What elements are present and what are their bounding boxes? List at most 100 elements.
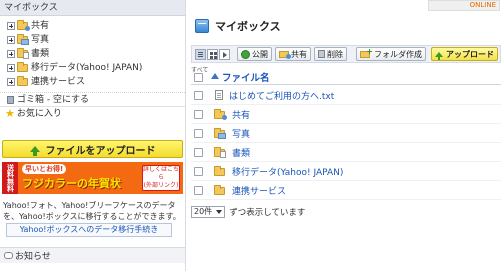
photo-folder-icon	[17, 34, 29, 45]
ad-banner[interactable]: 送料無料 早いとお得! フジカラーの年賀状 詳しくはこちら (外部リンク)	[2, 162, 183, 194]
grid-view-icon[interactable]	[207, 48, 218, 60]
filename-column-header[interactable]: ファイル名	[222, 70, 270, 84]
sidebar-header: マイボックス	[0, 0, 185, 16]
toolbar: 公開 共有 削除 フォルダ作成 アップロード	[191, 45, 501, 63]
file-name-link[interactable]: 書類	[232, 146, 250, 159]
share-folder-icon	[279, 50, 291, 59]
folder-tree: 共有 写真 書類 移行データ(Yahoo! JAPAN) 連携サービス	[0, 16, 185, 91]
banner-cta-line1: 詳しくはこちら	[143, 166, 180, 181]
per-page-select[interactable]: 20件	[191, 206, 226, 218]
file-row[interactable]: はじめてご利用の方へ.txt	[191, 86, 501, 105]
document-folder-icon	[17, 48, 29, 59]
select-all-checkbox[interactable]	[194, 73, 203, 82]
expand-icon[interactable]	[7, 50, 15, 58]
notice-label: お知らせ	[15, 252, 51, 262]
row-checkbox[interactable]	[194, 166, 203, 176]
shared-folder-icon	[17, 20, 30, 31]
folder-icon	[214, 166, 225, 176]
file-name-link[interactable]: 連携サービス	[232, 184, 286, 197]
sidebar: マイボックス 共有 写真 書類 移行データ(Yahoo! JAPAN) 連携サー…	[0, 0, 186, 271]
tree-item-migrated-data[interactable]: 移行データ(Yahoo! JAPAN)	[0, 61, 185, 75]
box-icon	[195, 19, 209, 33]
sort-asc-icon[interactable]	[211, 73, 219, 79]
expand-icon[interactable]	[7, 64, 15, 72]
page-title: マイボックス	[215, 20, 281, 33]
star-icon: ★	[5, 106, 15, 120]
banner-cta[interactable]: 詳しくはこちら (外部リンク)	[142, 165, 180, 191]
expand-icon[interactable]	[7, 36, 15, 44]
folder-icon	[17, 62, 28, 72]
delete-button[interactable]: 削除	[314, 47, 347, 61]
banner-tag: 送料無料	[2, 162, 18, 194]
migrate-link-button[interactable]: Yahoo!ボックスへのデータ移行手続き	[6, 223, 172, 237]
file-list: はじめてご利用の方へ.txt 共有 写真 書類 移行データ(Yahoo! JAP…	[191, 86, 501, 200]
shared-folder-icon	[214, 109, 227, 120]
share-label: 共有	[291, 49, 307, 59]
row-checkbox[interactable]	[194, 128, 203, 138]
public-label: 公開	[252, 49, 268, 59]
share-button[interactable]: 共有	[275, 47, 311, 61]
pager: 20件 ずつ表示しています	[191, 205, 305, 219]
upload-arrow-icon	[435, 51, 443, 60]
tree-item-documents[interactable]: 書類	[0, 47, 185, 61]
trash-icon	[318, 50, 325, 58]
tree-item-label: 写真	[31, 35, 50, 45]
tree-item-shared[interactable]: 共有	[0, 19, 185, 33]
banner-cta-line2: (外部リンク)	[143, 182, 179, 189]
row-checkbox[interactable]	[194, 147, 203, 157]
file-name-link[interactable]: 写真	[232, 127, 250, 140]
migrate-description: Yahoo!フォト、Yahoo!ブリーフケースのデータを、Yahoo!ボックスに…	[3, 201, 181, 221]
chevron-down-icon	[216, 210, 223, 214]
file-row[interactable]: 連携サービス	[191, 181, 501, 200]
slideshow-view-icon[interactable]	[219, 48, 230, 60]
expand-icon[interactable]	[7, 78, 15, 86]
create-folder-button[interactable]: フォルダ作成	[356, 47, 426, 61]
tree-item-linked-services[interactable]: 連携サービス	[0, 75, 185, 89]
file-row[interactable]: 写真	[191, 124, 501, 143]
tree-item-label: 共有	[31, 21, 50, 31]
speech-bubble-icon	[4, 252, 13, 259]
file-name-link[interactable]: 共有	[232, 108, 250, 121]
notice-section[interactable]: お知らせ	[0, 247, 185, 263]
main-content: ONLINE マイボックス 公開 共有 削除 フォルダ作成 アップロード	[187, 0, 504, 271]
trash-icon	[7, 95, 14, 104]
row-checkbox[interactable]	[194, 90, 203, 100]
folder-icon	[17, 76, 28, 86]
upload-file-label: ファイルをアップロード	[45, 145, 156, 157]
file-row[interactable]: 共有	[191, 105, 501, 124]
upload-button[interactable]: アップロード	[431, 47, 498, 61]
expand-icon[interactable]	[7, 22, 15, 30]
trash-label[interactable]: ゴミ箱 - 空にする	[17, 93, 89, 107]
favorites-item[interactable]: ★ お気に入り	[0, 106, 185, 120]
favorites-label: お気に入り	[16, 108, 62, 119]
file-row[interactable]: 書類	[191, 143, 501, 162]
tree-item-label: 連携サービス	[31, 77, 86, 87]
row-checkbox[interactable]	[194, 185, 203, 195]
globe-icon	[241, 49, 250, 59]
file-row[interactable]: 移行データ(Yahoo! JAPAN)	[191, 162, 501, 181]
banner-main: 早いとお得! フジカラーの年賀状	[18, 162, 142, 194]
row-checkbox[interactable]	[194, 109, 203, 119]
per-page-suffix: ずつ表示しています	[229, 208, 306, 218]
tree-item-label: 移行データ(Yahoo! JAPAN)	[31, 63, 143, 73]
upload-file-button[interactable]: ファイルをアップロード	[2, 140, 183, 158]
page-title-row: マイボックス	[195, 16, 281, 36]
file-name-link[interactable]: 移行データ(Yahoo! JAPAN)	[232, 165, 343, 178]
top-right-badge[interactable]: ONLINE	[428, 0, 500, 11]
document-folder-icon	[214, 147, 226, 158]
upload-label: アップロード	[446, 49, 494, 59]
list-view-icon[interactable]	[195, 48, 206, 60]
folder-icon	[214, 185, 225, 195]
text-file-icon	[215, 90, 223, 100]
public-button[interactable]: 公開	[237, 47, 272, 61]
banner-subtitle: 早いとお得!	[22, 164, 67, 174]
delete-label: 削除	[327, 49, 343, 59]
upload-arrow-icon	[29, 146, 40, 156]
banner-title: フジカラーの年賀状	[22, 177, 121, 190]
trash-item[interactable]: ゴミ箱 - 空にする	[0, 92, 185, 106]
tree-item-label: 書類	[31, 49, 50, 59]
photo-folder-icon	[214, 128, 226, 139]
file-name-link[interactable]: はじめてご利用の方へ.txt	[229, 89, 334, 102]
tree-item-photos[interactable]: 写真	[0, 33, 185, 47]
new-folder-icon	[360, 47, 373, 58]
